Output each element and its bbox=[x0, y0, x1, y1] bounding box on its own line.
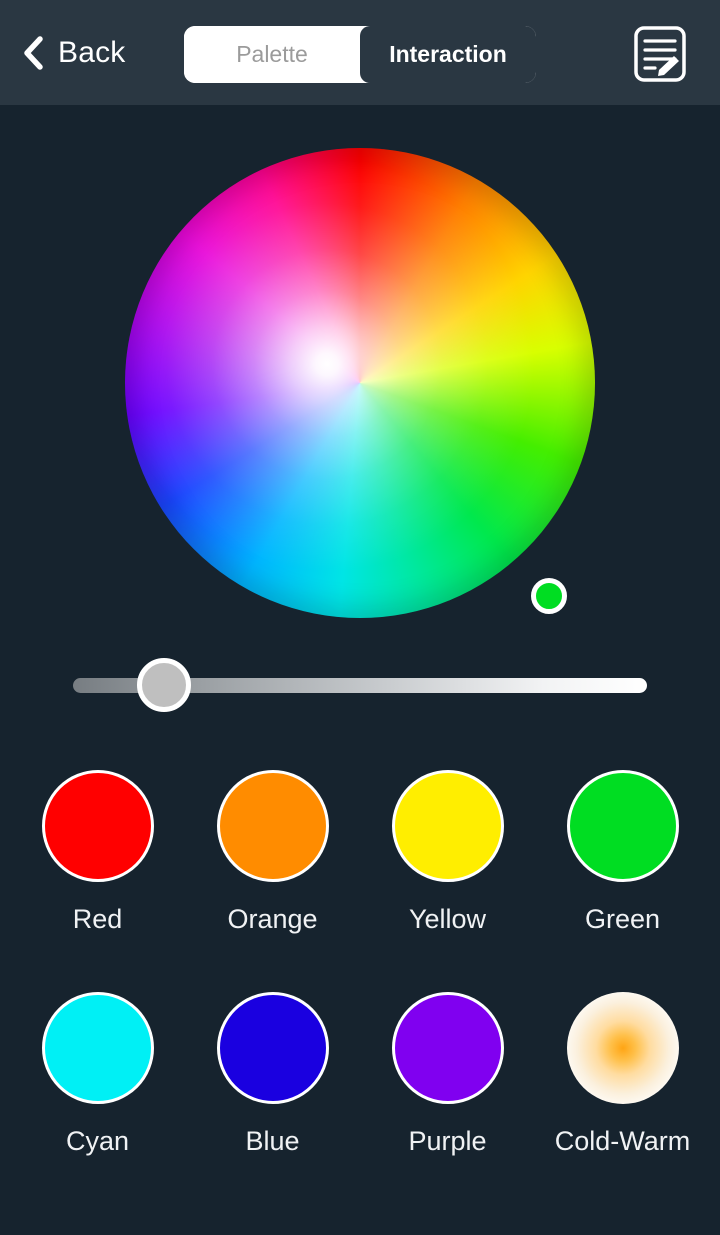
brightness-slider-thumb[interactable] bbox=[137, 658, 191, 712]
swatch-dot[interactable] bbox=[391, 770, 504, 882]
swatch-yellow[interactable]: Yellow bbox=[360, 770, 535, 934]
swatch-label: Cyan bbox=[65, 1126, 130, 1156]
swatch-row: Red Orange Yellow Green bbox=[0, 770, 720, 934]
swatch-dot[interactable] bbox=[41, 992, 154, 1104]
swatch-dot[interactable] bbox=[216, 992, 329, 1104]
swatch-row: Cyan Blue Purple Cold-Warm bbox=[0, 992, 720, 1156]
swatch-dot[interactable] bbox=[391, 992, 504, 1104]
header-bar: Back Palette Interaction bbox=[0, 0, 720, 105]
color-wheel-selector-ring[interactable] bbox=[531, 578, 567, 614]
swatch-label: Orange bbox=[227, 904, 318, 934]
swatch-green[interactable]: Green bbox=[535, 770, 710, 934]
swatch-cyan[interactable]: Cyan bbox=[10, 992, 185, 1156]
swatch-label: Purple bbox=[408, 1126, 487, 1156]
color-swatch-grid: Red Orange Yellow Green Cyan Blue Purple… bbox=[0, 770, 720, 1156]
back-label: Back bbox=[58, 36, 126, 69]
back-button[interactable]: Back bbox=[22, 30, 126, 76]
swatch-purple[interactable]: Purple bbox=[360, 992, 535, 1156]
swatch-red[interactable]: Red bbox=[10, 770, 185, 934]
swatch-label: Red bbox=[72, 904, 123, 934]
swatch-dot[interactable] bbox=[41, 770, 154, 882]
swatch-dot[interactable] bbox=[216, 770, 329, 882]
swatch-blue[interactable]: Blue bbox=[185, 992, 360, 1156]
swatch-label: Yellow bbox=[408, 904, 487, 934]
tab-interaction[interactable]: Interaction bbox=[360, 26, 536, 83]
swatch-orange[interactable]: Orange bbox=[185, 770, 360, 934]
hsv-color-wheel[interactable] bbox=[125, 148, 595, 618]
swatch-label: Cold-Warm bbox=[554, 1126, 691, 1156]
swatch-label: Green bbox=[584, 904, 661, 934]
chevron-left-icon bbox=[22, 36, 44, 70]
view-mode-segmented-control[interactable]: Palette Interaction bbox=[184, 26, 536, 83]
swatch-dot[interactable] bbox=[566, 770, 679, 882]
brightness-slider-row bbox=[0, 645, 720, 730]
swatch-label: Blue bbox=[245, 1126, 300, 1156]
notepad-edit-icon[interactable] bbox=[633, 25, 687, 83]
tab-palette[interactable]: Palette bbox=[184, 26, 360, 83]
color-wheel-area bbox=[0, 105, 720, 645]
swatch-cold-warm[interactable]: Cold-Warm bbox=[535, 992, 710, 1156]
swatch-dot[interactable] bbox=[566, 992, 679, 1104]
color-picker-screen: Back Palette Interaction Red Orange Yell… bbox=[0, 0, 720, 1235]
